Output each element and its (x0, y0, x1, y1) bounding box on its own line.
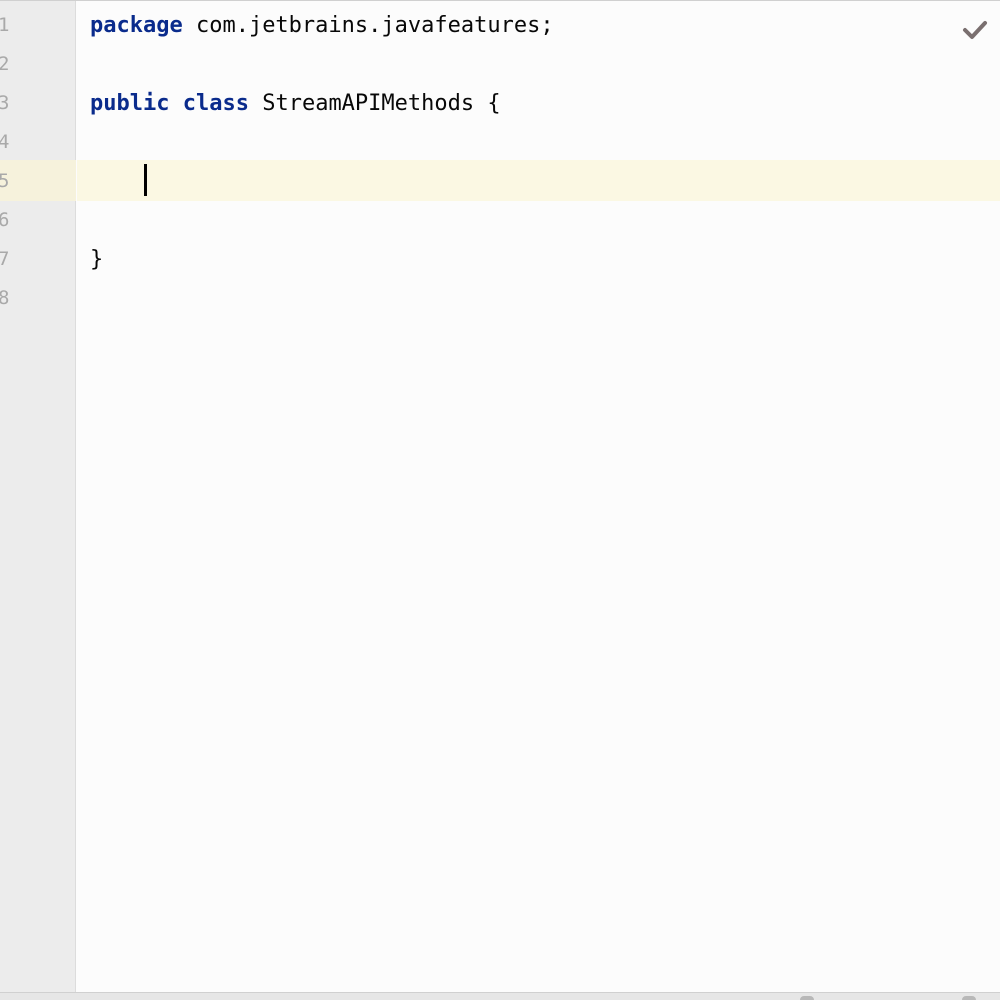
editor-bottom-bar (0, 992, 1000, 1000)
line-number: 2 (0, 53, 10, 75)
line-number: 8 (0, 287, 10, 309)
line-number: 1 (0, 14, 10, 36)
line-number: 4 (0, 131, 10, 153)
code-line-closing-brace[interactable]: } (90, 240, 103, 279)
line-number: 7 (0, 248, 10, 270)
keyword-class: class (182, 91, 249, 116)
text-caret (144, 164, 147, 196)
class-name: StreamAPIMethods { (248, 91, 501, 116)
package-name: com.jetbrains.javafeatures; (182, 13, 554, 38)
check-icon[interactable] (962, 17, 988, 43)
keyword-public: public (90, 91, 170, 116)
keyword-package: package (90, 13, 183, 38)
code-line-class-declaration[interactable]: public class StreamAPIMethods { (90, 84, 501, 123)
scroll-marker (800, 996, 814, 1000)
code-line-package[interactable]: package com.jetbrains.javafeatures; (90, 6, 554, 45)
line-number: 6 (0, 209, 10, 231)
code-editor[interactable]: 1 2 3 4 5 6 7 8 package com.jetbrains.ja… (0, 0, 1000, 1000)
line-number: 5 (0, 170, 10, 192)
line-number: 3 (0, 92, 10, 114)
current-line-highlight (77, 160, 1000, 201)
scroll-marker (962, 996, 976, 1000)
